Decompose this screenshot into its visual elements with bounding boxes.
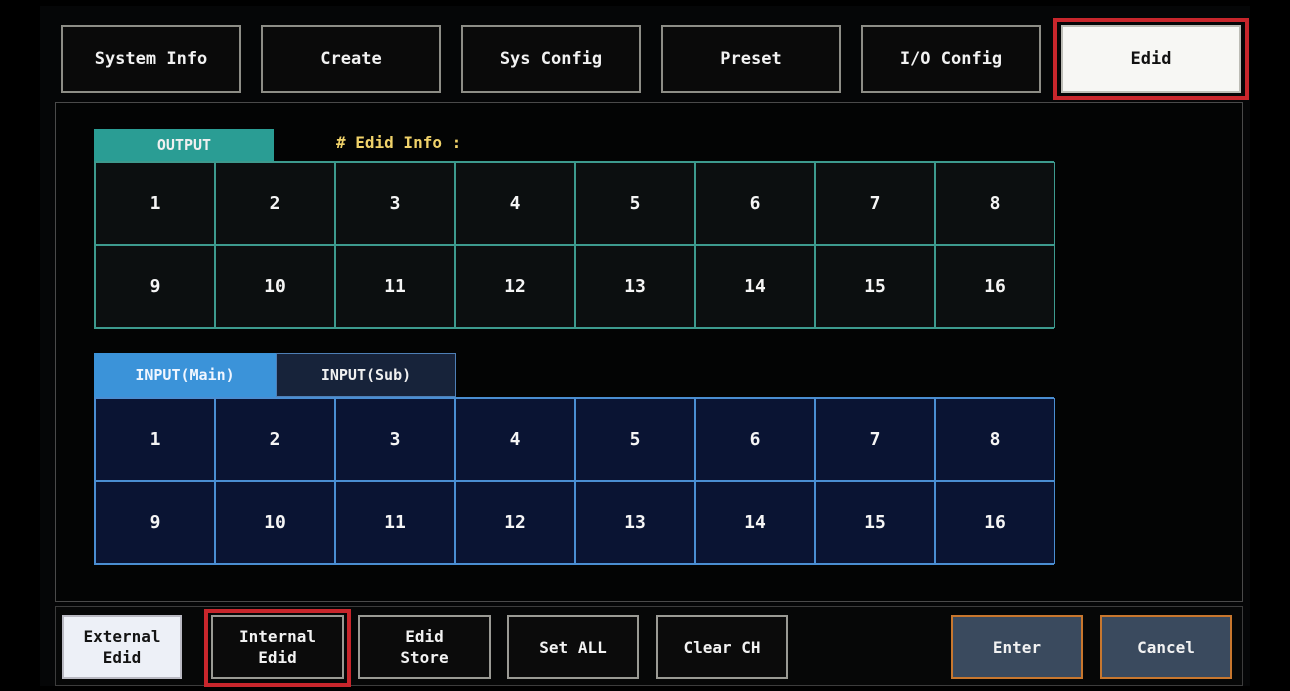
button-label: Clear CH [683,637,761,657]
input-channel-button[interactable]: 12 [455,481,575,564]
output-channel-button[interactable]: 7 [815,162,935,245]
output-channel-button[interactable]: 13 [575,245,695,328]
output-channel-button[interactable]: 14 [695,245,815,328]
input-channel-button[interactable]: 14 [695,481,815,564]
output-tab[interactable]: OUTPUT [94,129,274,161]
internal-edid-button[interactable]: Internal Edid [211,615,344,679]
button-label: Set ALL [539,637,607,657]
button-label-line2: Edid [102,648,142,667]
external-edid-button[interactable]: External Edid [62,615,182,679]
input-main-tab[interactable]: INPUT(Main) [94,353,276,397]
button-label-line2: Edid [258,648,297,667]
output-channel-button[interactable]: 4 [455,162,575,245]
input-channel-button[interactable]: 1 [95,398,215,481]
input-channel-button[interactable]: 16 [935,481,1055,564]
nav-sys-config-button[interactable]: Sys Config [461,25,641,93]
output-channel-button[interactable]: 12 [455,245,575,328]
output-channel-button[interactable]: 1 [95,162,215,245]
nav-preset-button[interactable]: Preset [661,25,841,93]
button-label: Cancel [1137,637,1195,657]
input-channel-button[interactable]: 13 [575,481,695,564]
set-all-button[interactable]: Set ALL [507,615,639,679]
output-channel-button[interactable]: 6 [695,162,815,245]
input-channel-button[interactable]: 6 [695,398,815,481]
input-channel-button[interactable]: 3 [335,398,455,481]
button-label-line1: Internal [238,627,317,646]
input-channel-button[interactable]: 2 [215,398,335,481]
input-channel-button[interactable]: 7 [815,398,935,481]
input-channel-button[interactable]: 10 [215,481,335,564]
input-channel-button[interactable]: 9 [95,481,215,564]
touch-screen: System Info Create Sys Config Preset I/O… [40,6,1250,687]
edid-info-label: # Edid Info : [336,133,462,152]
output-channel-button[interactable]: 2 [215,162,335,245]
input-channel-button[interactable]: 4 [455,398,575,481]
nav-io-config-button[interactable]: I/O Config [861,25,1041,93]
output-channel-button[interactable]: 9 [95,245,215,328]
output-channel-button[interactable]: 15 [815,245,935,328]
input-channel-button[interactable]: 11 [335,481,455,564]
bottom-action-bar: External Edid Internal Edid Edid Store S… [55,606,1243,687]
output-channel-button[interactable]: 3 [335,162,455,245]
enter-button[interactable]: Enter [951,615,1083,679]
clear-ch-button[interactable]: Clear CH [656,615,788,679]
output-channel-button[interactable]: 5 [575,162,695,245]
input-channel-button[interactable]: 5 [575,398,695,481]
nav-edid-button[interactable]: Edid [1061,25,1241,93]
output-channel-button[interactable]: 11 [335,245,455,328]
button-label: Enter [992,637,1042,657]
output-channel-button[interactable]: 10 [215,245,335,328]
output-channel-button[interactable]: 8 [935,162,1055,245]
button-label-line1: External [83,627,161,646]
edid-store-button[interactable]: Edid Store [358,615,491,679]
input-channel-button[interactable]: 8 [935,398,1055,481]
nav-system-info-button[interactable]: System Info [61,25,241,93]
cancel-button[interactable]: Cancel [1100,615,1232,679]
output-channel-button[interactable]: 16 [935,245,1055,328]
input-channel-grid: 1 2 3 4 5 6 7 8 9 10 11 12 13 14 15 16 [94,397,1055,565]
nav-create-button[interactable]: Create [261,25,441,93]
edid-main-panel: OUTPUT # Edid Info : 1 2 3 4 5 6 7 8 9 1… [55,102,1243,602]
output-channel-grid: 1 2 3 4 5 6 7 8 9 10 11 12 13 14 15 16 [94,161,1055,329]
input-sub-tab[interactable]: INPUT(Sub) [276,353,456,397]
button-label-line2: Store [400,648,449,667]
input-channel-button[interactable]: 15 [815,481,935,564]
button-label-line1: Edid [405,627,444,646]
top-navigation: System Info Create Sys Config Preset I/O… [56,18,1249,103]
